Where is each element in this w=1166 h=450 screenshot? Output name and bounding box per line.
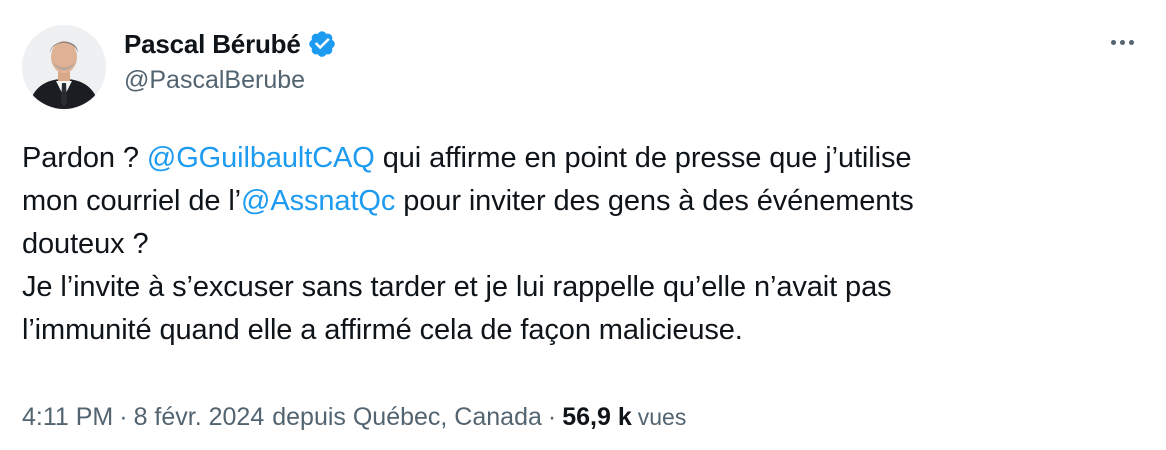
tweet-text-segment: qui affirme en point de presse que j’uti… <box>374 142 912 174</box>
author-name[interactable]: Pascal Bérubé <box>124 29 301 60</box>
mention-link[interactable]: @GGuilbaultCAQ <box>147 142 375 174</box>
tweet-text-segment: mon courriel de l’ <box>22 185 242 217</box>
tweet-line-5: l’immunité quand elle a affirmé cela de … <box>22 314 743 346</box>
avatar-image <box>22 25 106 109</box>
tweet-line-2: mon courriel de l’@AssnatQc pour inviter… <box>22 180 1132 223</box>
tweet-card: Pascal Bérubé @PascalBerube Pardon ? @GG… <box>0 0 1166 450</box>
mention-link[interactable]: @AssnatQc <box>241 185 395 217</box>
tweet-meta: 4:11 PM · 8 févr. 2024 depuis Québec, Ca… <box>22 403 686 432</box>
author-name-row: Pascal Bérubé <box>124 26 337 62</box>
tweet-date[interactable]: 8 févr. 2024 <box>134 403 265 432</box>
tweet-line-3: douteux ? <box>22 228 149 260</box>
tweet-line-4: Je l’invite à s’excuser sans tarder et j… <box>22 271 892 303</box>
more-options-button[interactable] <box>1104 28 1140 56</box>
meta-separator: · <box>547 403 557 431</box>
views-label: vues <box>637 404 687 430</box>
meta-separator: · <box>119 403 128 431</box>
tweet-text-segment: Pardon ? <box>22 142 147 174</box>
avatar[interactable] <box>22 25 106 109</box>
author-handle[interactable]: @PascalBerube <box>124 66 305 95</box>
views-count[interactable]: 56,9 k <box>562 403 632 432</box>
tweet-location: depuis Québec, Canada <box>272 403 542 431</box>
more-horizontal-icon <box>1110 39 1134 45</box>
tweet-line-1: Pardon ? @GGuilbaultCAQ qui affirme en p… <box>22 137 1132 180</box>
verified-badge-icon <box>307 29 337 59</box>
tweet-time[interactable]: 4:11 PM <box>22 403 113 432</box>
tweet-text: Pardon ? @GGuilbaultCAQ qui affirme en p… <box>22 137 1132 352</box>
tweet-text-segment: pour inviter des gens à des événements <box>395 185 914 217</box>
